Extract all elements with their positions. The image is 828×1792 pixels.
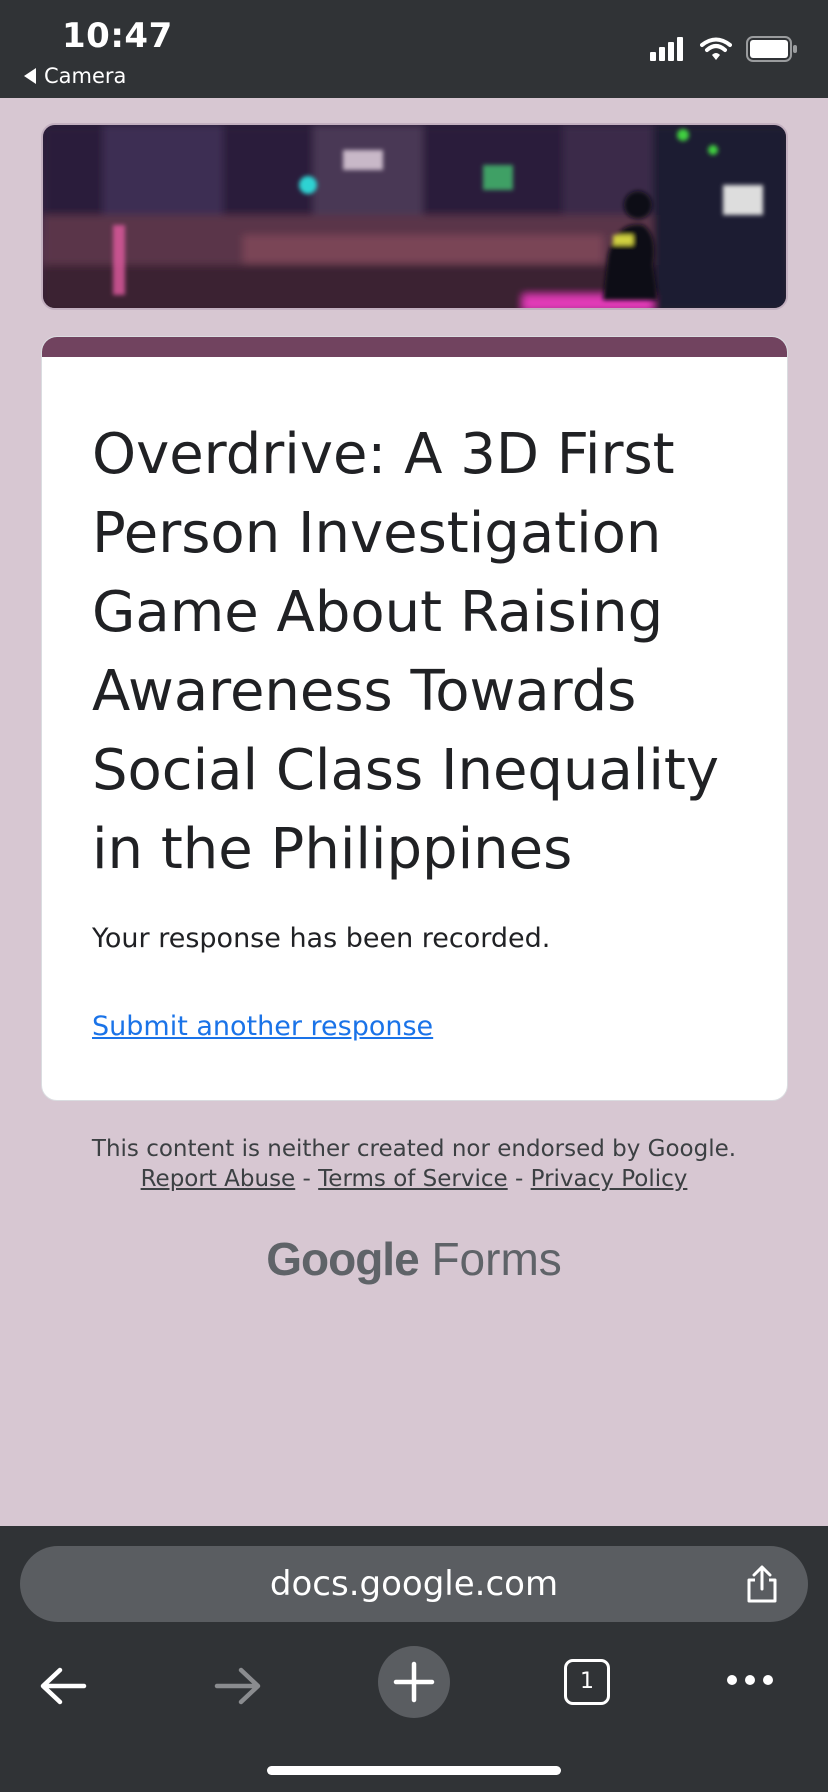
status-bar: 10:47 Camera	[0, 0, 828, 98]
wifi-icon	[700, 37, 732, 60]
more-icon[interactable]	[726, 1672, 774, 1688]
report-abuse-link[interactable]: Report Abuse	[141, 1166, 296, 1192]
cyberpunk-city-scene-image	[43, 125, 786, 308]
new-tab-plus-icon[interactable]	[378, 1646, 450, 1718]
google-forms-logo[interactable]: Google Forms	[0, 1232, 828, 1286]
logo-forms: Forms	[431, 1233, 562, 1285]
footer-disclaimer: This content is neither created nor endo…	[60, 1134, 768, 1194]
address-bar[interactable]: docs.google.com	[20, 1546, 808, 1622]
forward-arrow-icon[interactable]	[213, 1666, 263, 1706]
browser-nav: 1	[0, 1646, 828, 1742]
disclaimer-text: This content is neither created nor endo…	[91, 1136, 737, 1162]
back-arrow-icon[interactable]	[38, 1666, 88, 1706]
share-icon[interactable]	[744, 1564, 780, 1604]
status-icons	[650, 36, 798, 62]
back-app-label: Camera	[44, 64, 127, 88]
submit-another-response-link[interactable]: Submit another response	[92, 1011, 433, 1042]
back-triangle-icon	[24, 68, 36, 84]
url-text: docs.google.com	[269, 1564, 559, 1604]
separator: -	[515, 1166, 524, 1192]
tabs-icon[interactable]: 1	[564, 1659, 610, 1705]
privacy-policy-link[interactable]: Privacy Policy	[531, 1166, 688, 1192]
logo-google: Google	[266, 1233, 419, 1285]
form-response-card: Overdrive: A 3D First Person Investigati…	[41, 336, 788, 1101]
back-to-app-button[interactable]: Camera	[24, 64, 126, 88]
response-recorded-message: Your response has been recorded.	[92, 923, 551, 954]
form-header-image	[41, 123, 788, 310]
battery-icon	[746, 36, 797, 62]
status-time: 10:47	[62, 16, 173, 56]
terms-of-service-link[interactable]: Terms of Service	[318, 1166, 508, 1192]
card-accent-bar	[42, 337, 787, 357]
separator: -	[302, 1166, 311, 1192]
form-title: Overdrive: A 3D First Person Investigati…	[92, 422, 719, 882]
cellular-signal-icon	[650, 37, 683, 61]
home-indicator[interactable]	[267, 1766, 561, 1775]
browser-toolbar: docs.google.com 1	[0, 1526, 828, 1792]
